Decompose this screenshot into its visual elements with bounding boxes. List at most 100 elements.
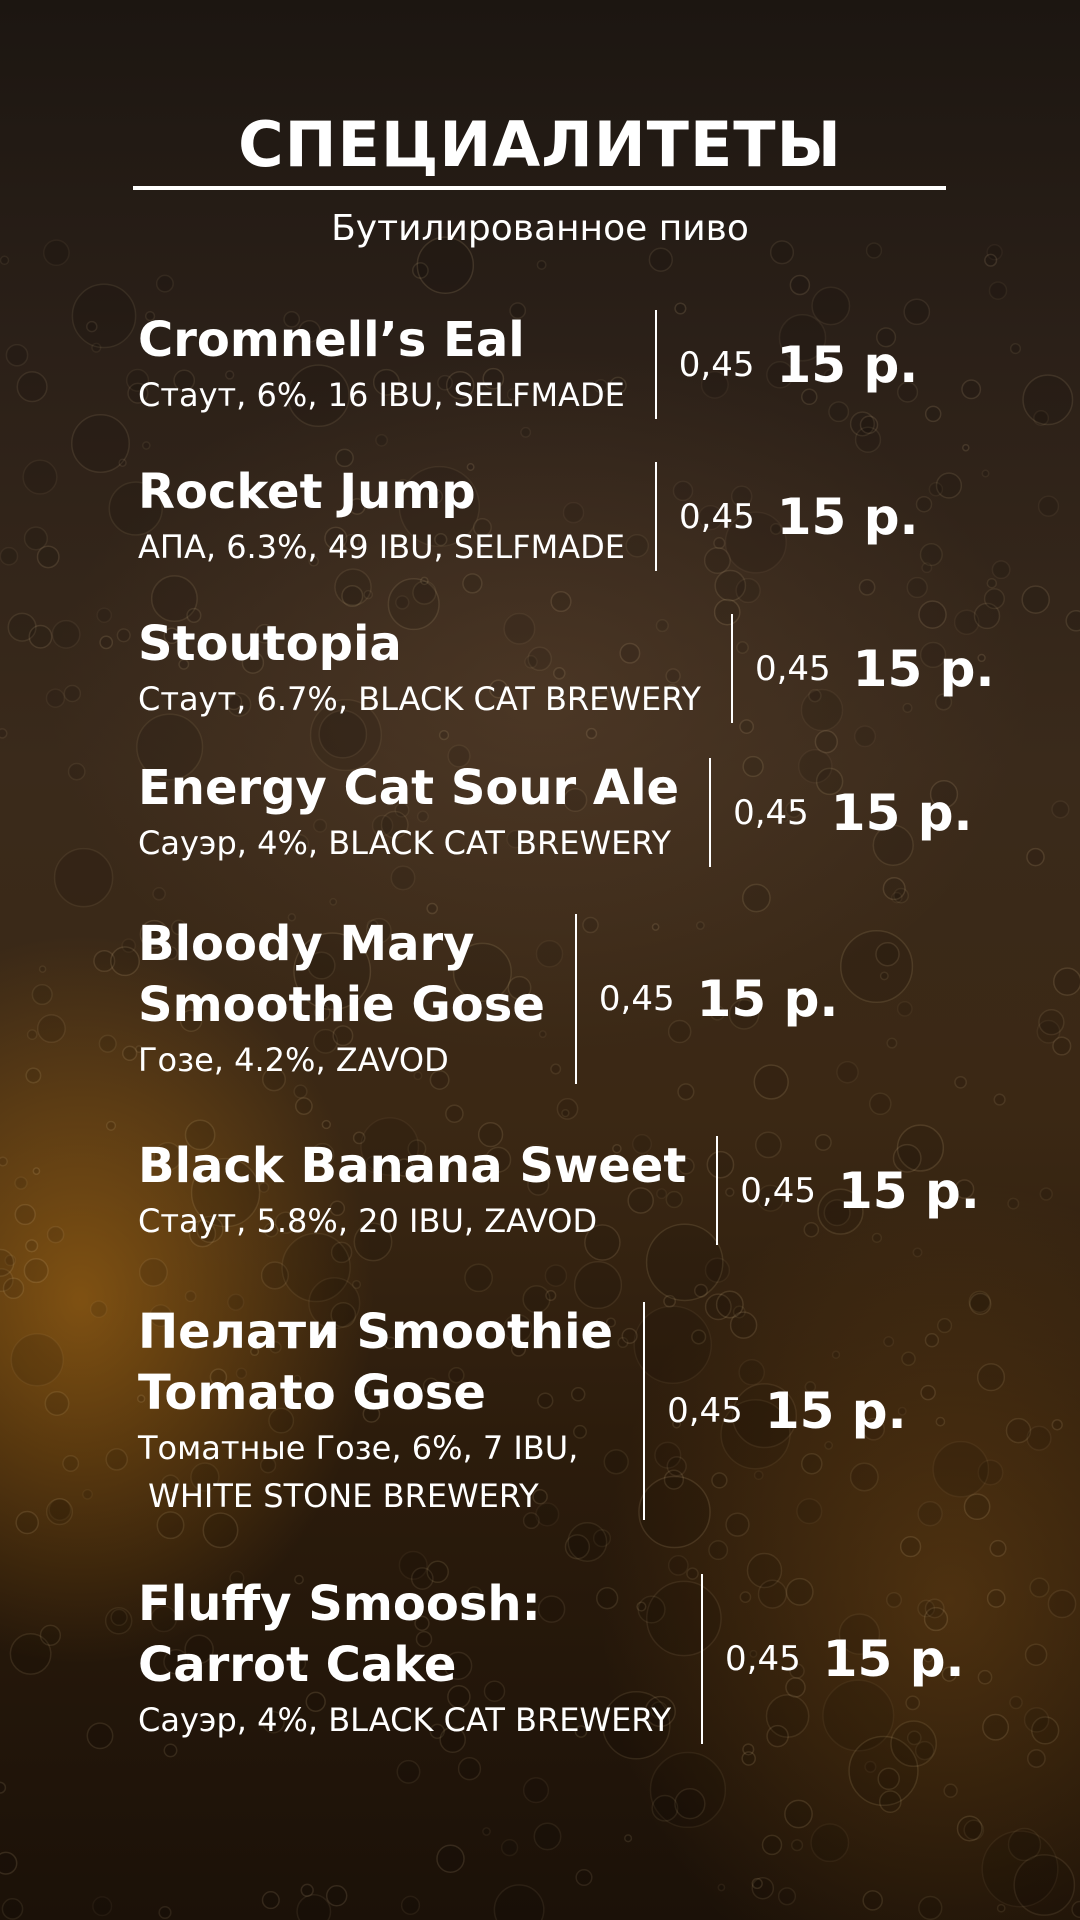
- foam-bubble: [121, 938, 136, 953]
- item-price: 15 р.: [764, 1382, 907, 1440]
- foam-bubble: [25, 1239, 39, 1253]
- foam-bubble: [1029, 1577, 1050, 1598]
- foam-bubble: [44, 1391, 70, 1416]
- item-price: 15 р.: [696, 970, 839, 1028]
- foam-bubble: [651, 1794, 679, 1822]
- foam-bubble: [1037, 495, 1060, 517]
- foam-bubble: [986, 1589, 1006, 1608]
- foam-bubble: [988, 281, 1008, 300]
- item-price: 15 р.: [822, 1630, 965, 1688]
- item-info: Fluffy Smoosh: Carrot Cake Сауэр, 4%, BL…: [138, 1574, 671, 1744]
- foam-bubble: [1, 1898, 24, 1920]
- foam-bubble: [436, 1844, 465, 1873]
- item-name: Cromnell’s Eal: [138, 312, 525, 368]
- menu-item: Stoutopia Стаут, 6.7%, BLACK CAT BREWERY…: [138, 614, 994, 723]
- item-name: Rocket Jump: [138, 464, 476, 520]
- foam-bubble: [906, 576, 928, 599]
- item-description-line-2: WHITE STONE BREWERY: [138, 1477, 539, 1515]
- foam-bubble: [105, 1448, 128, 1471]
- foam-bubble: [16, 371, 48, 403]
- foam-bubble: [567, 1522, 608, 1562]
- foam-bubble: [321, 1119, 331, 1130]
- foam-bubble: [1026, 847, 1045, 867]
- foam-bubble: [1009, 1695, 1023, 1710]
- foam-bubble: [840, 929, 914, 1004]
- foam-bubble: [86, 1722, 114, 1750]
- foam-bubble: [982, 1713, 1010, 1741]
- foam-bubble: [1047, 1589, 1077, 1619]
- foam-bubble: [390, 865, 416, 891]
- foam-bubble: [155, 274, 174, 293]
- foam-bubble: [46, 1225, 65, 1244]
- foam-bubble: [1053, 967, 1080, 996]
- item-description: Стаут, 6%, 16 IBU, SELFMADE: [138, 376, 625, 414]
- item-price: 15 р.: [776, 335, 919, 394]
- foam-bubble: [924, 405, 942, 423]
- foam-bubble: [15, 1510, 39, 1535]
- foam-bubble: [983, 588, 1005, 610]
- item-info: Energy Cat Sour Ale Сауэр, 4%, BLACK CAT…: [138, 758, 679, 867]
- foam-bubble: [51, 619, 81, 649]
- foam-bubble: [545, 1289, 557, 1302]
- foam-bubble: [1022, 374, 1074, 426]
- item-description: Гозе, 4.2%, ZAVOD: [138, 1041, 449, 1079]
- foam-bubble: [395, 595, 410, 610]
- foam-bubble: [457, 1757, 482, 1781]
- foam-bubble: [110, 1608, 128, 1627]
- foam-bubble: [878, 1790, 902, 1813]
- foam-bubble: [741, 1751, 756, 1766]
- foam-bubble: [996, 1903, 1006, 1913]
- item-price: 15 р.: [830, 783, 973, 842]
- foam-bubble: [142, 441, 151, 450]
- item-volume: 0,45: [740, 1170, 816, 1211]
- item-price: 15 р.: [776, 487, 919, 546]
- foam-bubble: [989, 1539, 1007, 1557]
- foam-bubble: [152, 887, 166, 901]
- item-price: 15 р.: [852, 639, 995, 698]
- foam-bubble: [1071, 1900, 1080, 1919]
- foam-bubble: [462, 573, 483, 594]
- foam-bubble: [412, 580, 437, 605]
- item-volume: 0,45: [678, 344, 755, 385]
- foam-bubble: [886, 1037, 898, 1049]
- foam-bubble: [784, 1799, 813, 1829]
- foam-bubble: [28, 624, 53, 649]
- item-info: Black Banana Sweet Стаут, 5.8%, 20 IBU, …: [138, 1136, 686, 1245]
- foam-bubble: [53, 847, 114, 908]
- item-volume: 0,45: [679, 496, 755, 537]
- foam-bubble: [550, 590, 572, 613]
- foam-bubble: [36, 545, 60, 569]
- foam-bubble: [62, 1454, 80, 1472]
- foam-bubble: [0, 1851, 18, 1875]
- foam-bubble: [920, 1384, 936, 1401]
- foam-bubble: [445, 1104, 464, 1123]
- foam-bubble: [585, 727, 598, 740]
- item-info: Cromnell’s Eal Стаут, 6%, 16 IBU, SELFMA…: [138, 310, 625, 419]
- foam-bubble: [36, 1014, 66, 1044]
- foam-bubble: [791, 1839, 804, 1852]
- foam-bubble: [98, 1034, 117, 1053]
- foam-bubble: [704, 1257, 731, 1283]
- item-name-line-2: Smoothie Gose: [138, 977, 545, 1033]
- foam-bubble: [341, 584, 364, 608]
- item-name: Energy Cat Sour Ale: [138, 760, 680, 816]
- foam-bubble: [5, 343, 29, 367]
- foam-bubble: [0, 1156, 8, 1167]
- foam-bubble: [751, 1877, 763, 1890]
- foam-bubble: [363, 589, 373, 600]
- foam-bubble: [1051, 1419, 1063, 1431]
- foam-bubble: [118, 458, 127, 467]
- foam-bubble: [293, 1084, 308, 1099]
- foam-bubble: [184, 1290, 197, 1303]
- foam-bubble: [0, 255, 10, 266]
- item-volume: 0,45: [733, 792, 809, 833]
- foam-bubble: [89, 1300, 108, 1318]
- item-volume: 0,45: [754, 648, 831, 689]
- title-divider: [133, 186, 946, 190]
- menu-item: Black Banana Sweet Стаут, 5.8%, 20 IBU, …: [138, 1136, 980, 1245]
- item-name: Stoutopia: [138, 616, 402, 672]
- foam-bubble: [777, 1887, 797, 1906]
- foam-bubble: [961, 379, 982, 400]
- foam-bubble: [928, 481, 944, 497]
- foam-bubble: [677, 1083, 695, 1101]
